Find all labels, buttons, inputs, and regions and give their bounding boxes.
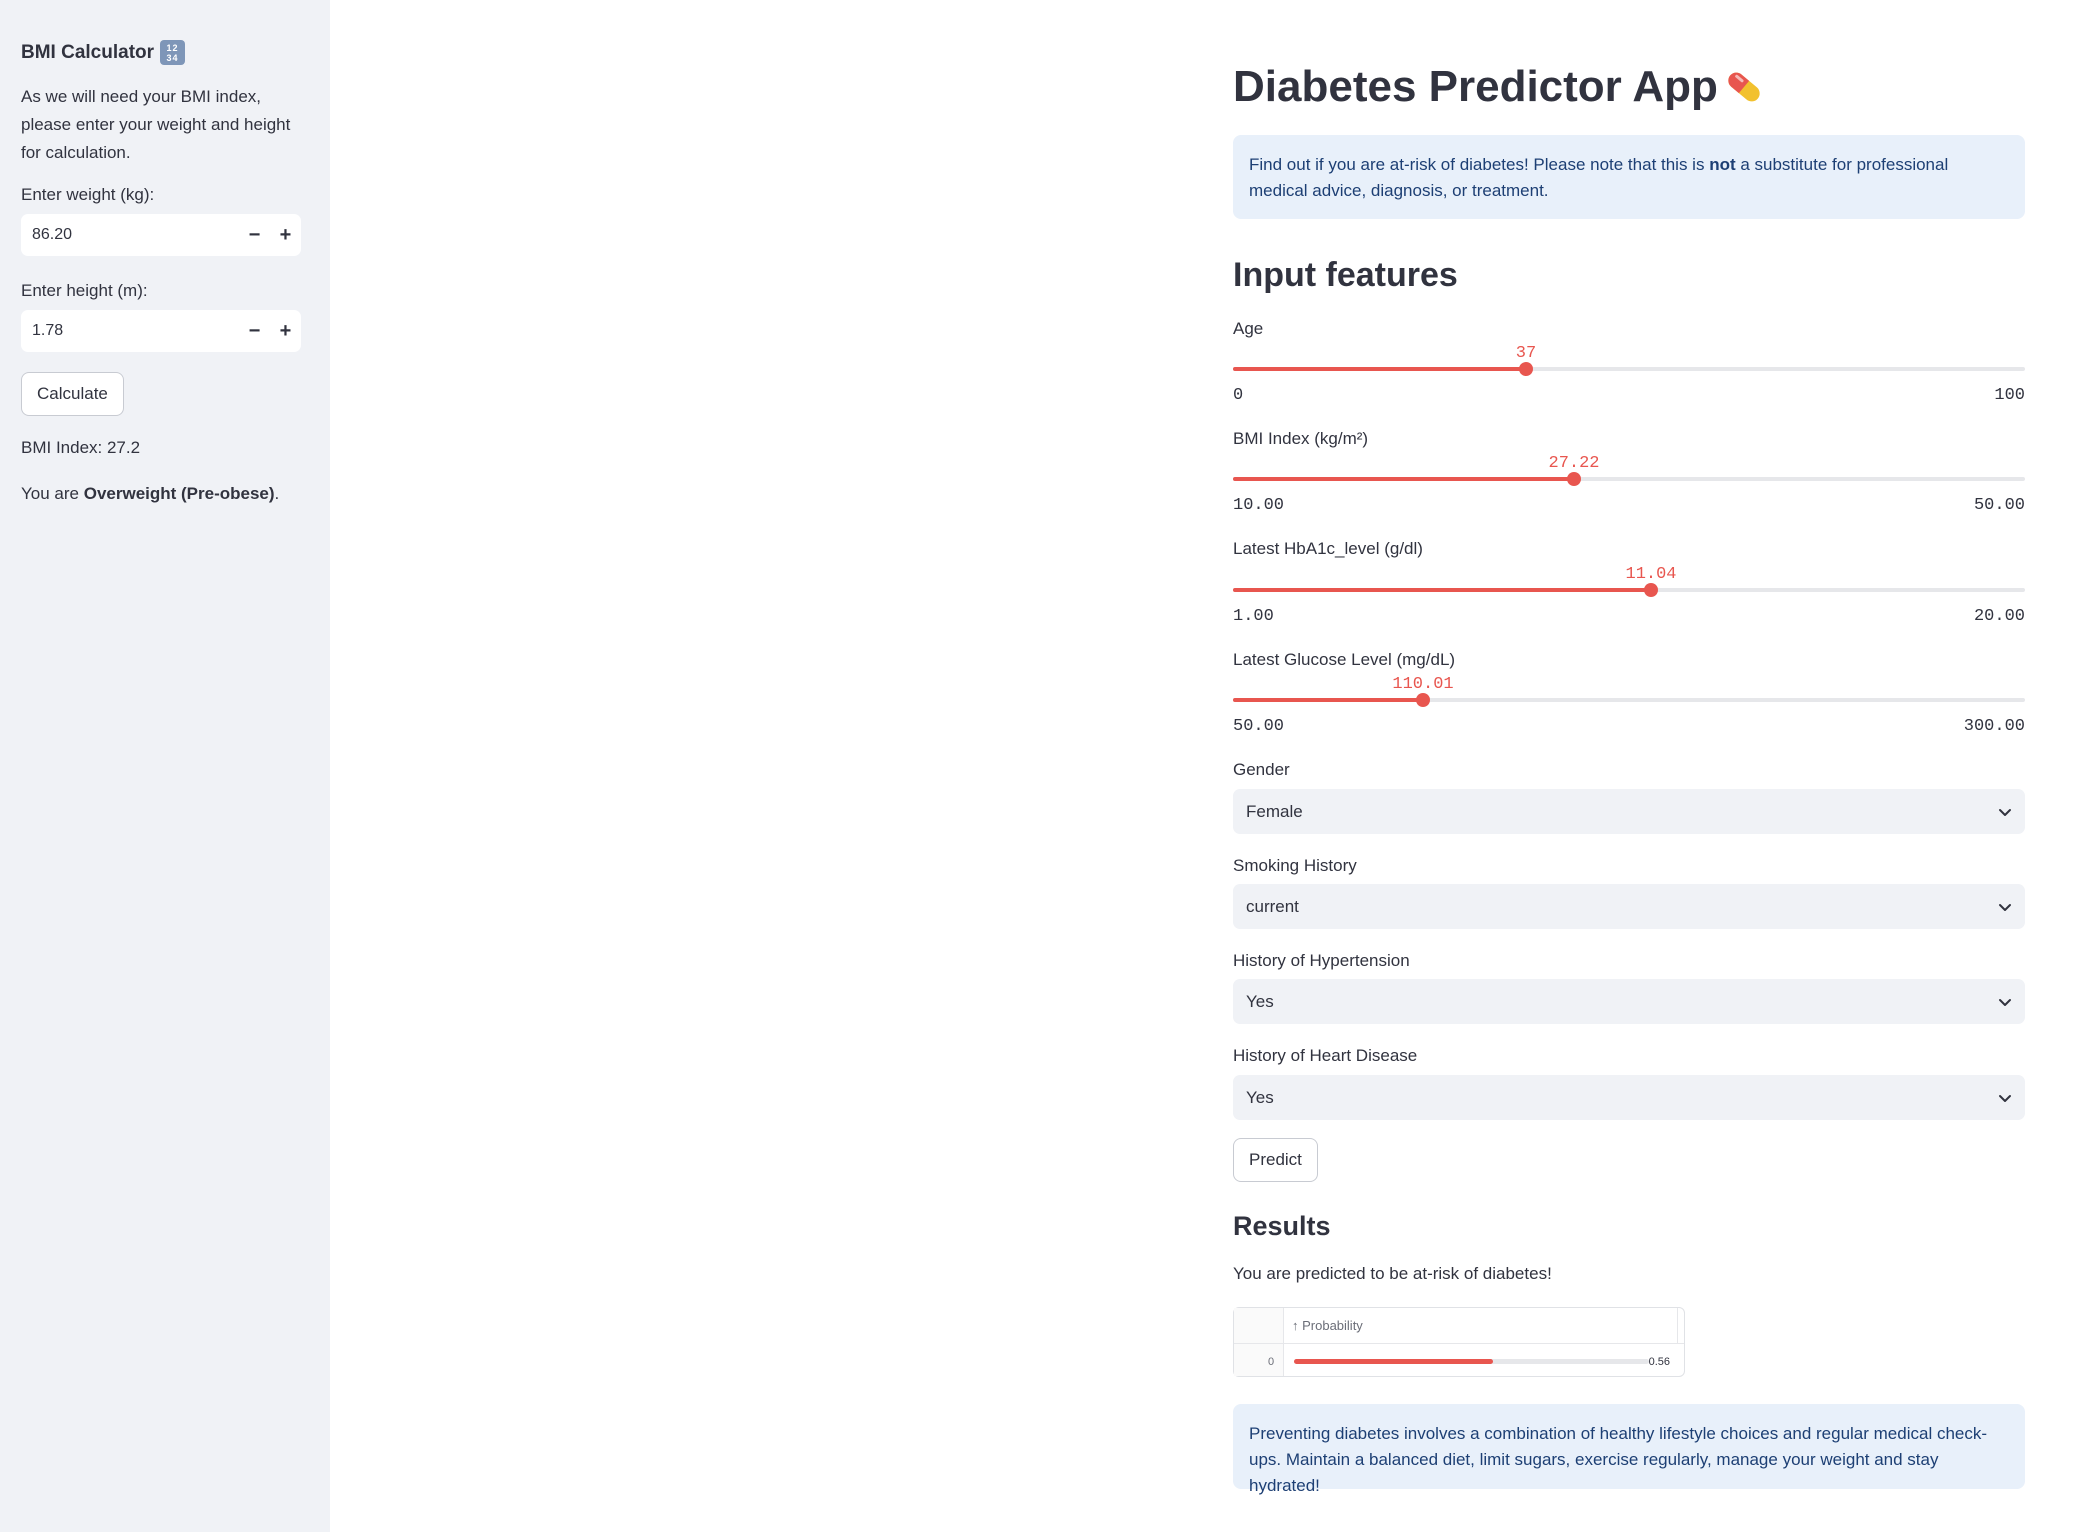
heart-disease-select[interactable]: Yes <box>1233 1075 2025 1120</box>
gender-label: Gender <box>1233 760 1290 779</box>
slider-fill <box>1233 588 1651 592</box>
height-number-input: − + <box>21 310 301 352</box>
slider-value: 37 <box>1515 344 1537 363</box>
chevron-down-icon <box>1999 903 2011 911</box>
slider-min: 0 <box>1233 386 1244 405</box>
bmi-index-slider[interactable]: 27.22 10.00 50.00 <box>1233 450 2025 515</box>
predict-button[interactable]: Predict <box>1233 1138 1318 1182</box>
slider-max: 100 <box>1994 386 2025 405</box>
table-row-index: 0 <box>1268 1356 1275 1368</box>
smoking-history-label: Smoking History <box>1233 856 1357 875</box>
height-increment-button[interactable]: + <box>270 310 301 352</box>
smoking-history-selected-value: current <box>1246 896 1299 916</box>
chevron-down-icon <box>1999 1094 2011 1102</box>
sidebar-title: BMI Calculator 12 34 <box>21 40 309 65</box>
table-divider <box>1677 1308 1678 1344</box>
keypad-1234-icon: 12 34 <box>160 40 186 65</box>
slider-fill <box>1233 477 1574 481</box>
hypertension-label: History of Hypertension <box>1233 951 1410 970</box>
weight-field[interactable] <box>21 226 239 244</box>
advice-info-box: Preventing diabetes involves a combinati… <box>1233 1404 2025 1495</box>
bmi-category-value: Overweight (Pre-obese) <box>83 484 275 503</box>
sidebar-title-text: BMI Calculator <box>21 41 155 63</box>
pill-icon <box>1728 72 1760 102</box>
slider-thumb[interactable] <box>1416 693 1430 707</box>
slider-thumb[interactable] <box>1567 472 1581 486</box>
hypertension-selected-value: Yes <box>1246 991 1274 1011</box>
bmi-category-prefix: You are <box>21 484 84 503</box>
results-heading: Results <box>1233 1211 1331 1241</box>
weight-decrement-button[interactable]: − <box>239 214 270 256</box>
slider-max: 20.00 <box>1973 607 2025 626</box>
slider-max: 50.00 <box>1973 496 2025 515</box>
probability-table[interactable]: ↑ Probability 0 0.56 <box>1233 1307 1685 1377</box>
sidebar: BMI Calculator 12 34 As we will need your… <box>0 0 330 1532</box>
probability-value: 0.56 <box>1648 1356 1670 1368</box>
slider-max: 300.00 <box>1963 717 2025 736</box>
glucose-slider[interactable]: 110.01 50.00 300.00 <box>1233 671 2025 736</box>
result-text: You are predicted to be at-risk of diabe… <box>1233 1264 1552 1283</box>
intro-info-box: Find out if you are at-risk of diabetes!… <box>1233 135 2025 219</box>
calculate-button[interactable]: Calculate <box>21 372 124 416</box>
intro-text-prefix: Find out if you are at-risk of diabetes!… <box>1249 155 1710 174</box>
weight-number-input: − + <box>21 214 301 256</box>
chevron-down-icon <box>1999 998 2011 1006</box>
hba1c-slider[interactable]: 11.04 1.00 20.00 <box>1233 561 2025 626</box>
slider-min: 1.00 <box>1233 607 1274 626</box>
bmi-category-text: You are Overweight (Pre-obese). <box>21 484 309 504</box>
probability-column-header[interactable]: ↑ Probability <box>1292 1318 1363 1333</box>
probability-bar-fill <box>1294 1359 1493 1364</box>
gender-selected-value: Female <box>1246 801 1303 821</box>
bmi-category-suffix: . <box>274 484 280 503</box>
probability-bar-track <box>1294 1359 1649 1364</box>
slider-value: 11.04 <box>1625 565 1677 584</box>
height-decrement-button[interactable]: − <box>239 310 270 352</box>
page-title-text: Diabetes Predictor App <box>1233 62 1718 111</box>
height-label: Enter height (m): <box>21 281 148 300</box>
glucose-label: Latest Glucose Level (mg/dL) <box>1233 650 1456 669</box>
bmi-result-text: BMI Index: 27.2 <box>21 438 141 457</box>
heart-disease-selected-value: Yes <box>1246 1087 1274 1107</box>
heart-disease-label: History of Heart Disease <box>1233 1046 1418 1065</box>
hypertension-select[interactable]: Yes <box>1233 979 2025 1024</box>
slider-fill <box>1233 698 1423 702</box>
weight-increment-button[interactable]: + <box>270 214 301 256</box>
slider-value: 110.01 <box>1392 675 1454 694</box>
height-field[interactable] <box>21 322 239 340</box>
intro-text-bold: not <box>1709 155 1736 174</box>
slider-thumb[interactable] <box>1519 362 1533 376</box>
slider-min: 10.00 <box>1233 496 1285 515</box>
slider-thumb[interactable] <box>1644 583 1658 597</box>
age-slider[interactable]: 37 0 100 <box>1233 340 2025 405</box>
slider-min: 50.00 <box>1233 717 1285 736</box>
smoking-history-select[interactable]: current <box>1233 884 2025 929</box>
hba1c-label: Latest HbA1c_level (g/dl) <box>1233 539 1423 558</box>
slider-value: 27.22 <box>1548 454 1600 473</box>
input-features-heading: Input features <box>1233 256 1458 294</box>
gender-select[interactable]: Female <box>1233 789 2025 834</box>
chevron-down-icon <box>1999 808 2011 816</box>
slider-fill <box>1233 367 1526 371</box>
sidebar-description: As we will need your BMI index, please e… <box>21 87 291 162</box>
page-title: Diabetes Predictor App <box>1233 62 1766 112</box>
bmi-index-label: BMI Index (kg/m²) <box>1233 429 1369 448</box>
weight-label: Enter weight (kg): <box>21 185 155 204</box>
age-label: Age <box>1233 319 1264 338</box>
